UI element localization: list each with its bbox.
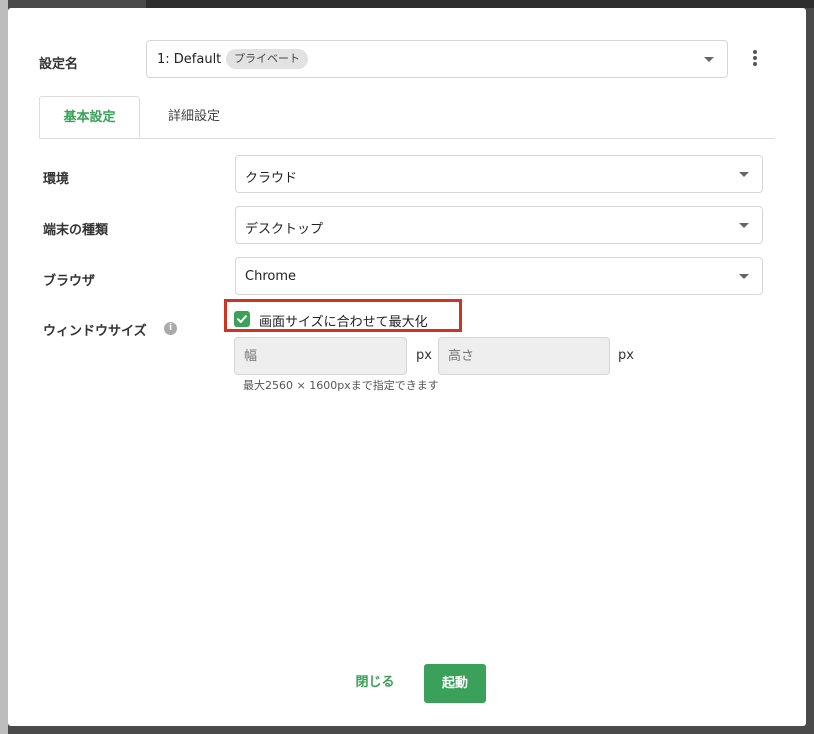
- preset-name-label: 設定名: [39, 57, 79, 72]
- width-input[interactable]: [234, 337, 407, 375]
- settings-modal: 設定名 1: Default プライベート 基本設定 詳細設定 環境 クラウド …: [8, 8, 806, 726]
- tab-basic-settings[interactable]: 基本設定: [39, 96, 140, 138]
- environment-select[interactable]: クラウド: [235, 155, 763, 193]
- backdrop-top: [146, 0, 814, 8]
- width-unit: px: [416, 348, 432, 363]
- info-icon[interactable]: i: [164, 322, 177, 335]
- browser-label: ブラウザ: [43, 274, 96, 289]
- start-button[interactable]: 起動: [424, 664, 486, 703]
- device-type-value: デスクトップ: [245, 222, 324, 237]
- backdrop-left: [0, 0, 8, 734]
- device-type-select[interactable]: デスクトップ: [235, 206, 763, 244]
- chevron-down-icon: [739, 223, 749, 228]
- preset-value: 1: Default: [157, 52, 222, 67]
- browser-value: Chrome: [245, 269, 296, 284]
- preset-select[interactable]: 1: Default プライベート: [146, 40, 728, 78]
- height-unit: px: [618, 348, 634, 363]
- device-type-label: 端末の種類: [43, 223, 109, 238]
- environment-label: 環境: [43, 172, 70, 187]
- close-button[interactable]: 閉じる: [340, 664, 410, 702]
- checkmark-icon: [237, 315, 247, 323]
- window-size-label: ウィンドウサイズ: [43, 324, 147, 339]
- kebab-menu-icon[interactable]: [749, 50, 761, 70]
- maximize-checkbox[interactable]: [234, 311, 250, 327]
- tab-bar: 基本設定 詳細設定: [39, 96, 775, 139]
- maximize-label[interactable]: 画面サイズに合わせて最大化: [259, 311, 428, 330]
- private-badge: プライベート: [226, 49, 308, 69]
- chevron-down-icon: [739, 172, 749, 177]
- environment-value: クラウド: [245, 171, 298, 186]
- tab-advanced-settings[interactable]: 詳細設定: [149, 96, 239, 138]
- chevron-down-icon: [739, 274, 749, 279]
- size-hint: 最大2560 × 1600pxまで指定できます: [243, 379, 439, 392]
- chevron-down-icon: [704, 57, 714, 62]
- height-input[interactable]: [438, 337, 610, 375]
- browser-select[interactable]: Chrome: [235, 257, 763, 295]
